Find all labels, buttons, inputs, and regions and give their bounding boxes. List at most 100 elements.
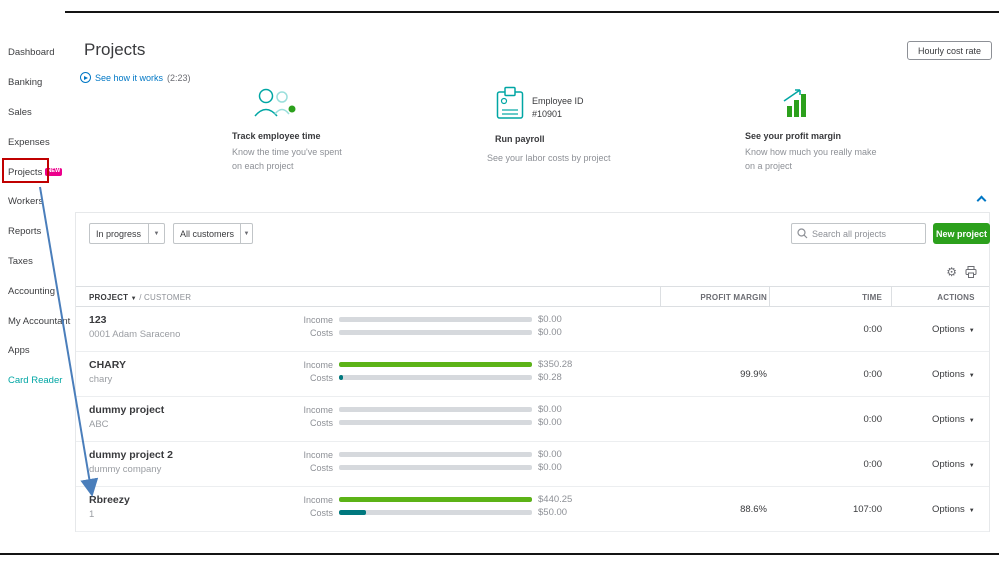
income-bar-track [339,407,532,412]
sidebar-item-label: Card Reader [8,375,62,386]
project-name[interactable]: dummy project [89,404,164,416]
costs-bar-track [339,420,532,425]
sidebar-item-label: Taxes [8,256,33,267]
sidebar-item-my-accountant[interactable]: My Accountant [0,306,65,336]
badge-text: Employee ID #10901 [532,95,584,120]
options-dropdown[interactable]: Options▼ [932,504,975,515]
income-bar-track [339,452,532,457]
chevron-down-icon: ▼ [969,418,975,424]
costs-bar-track [339,375,532,380]
time-value: 0:00 [776,414,882,425]
options-dropdown[interactable]: Options ▼ [932,459,975,470]
options-dropdown[interactable]: Options▼ [932,324,975,335]
customer-filter-select[interactable]: All customers ▼ [173,223,253,244]
gear-icon[interactable]: ⚙ [946,266,957,278]
sidebar-item-projects[interactable]: Projects NEW [0,157,65,187]
income-value: $350.28 [538,359,572,370]
income-bar-track [339,362,532,367]
table-toolbar: ⚙ [946,266,977,278]
column-profit-margin[interactable]: PROFIT MARGIN [660,293,767,302]
video-duration: (2:23) [167,73,191,83]
profit-chart-icon [780,87,812,124]
income-label: Income [291,495,333,505]
sidebar: Dashboard Banking Sales Expenses Project… [0,13,65,553]
costs-bar-fill [339,510,366,515]
sidebar-item-taxes[interactable]: Taxes [0,247,65,277]
id-badge-icon [496,86,524,125]
options-label: Options [932,459,965,470]
new-project-button[interactable]: New project [933,223,990,244]
costs-bar-line: Costs $50.00 [291,507,567,518]
sidebar-item-dashboard[interactable]: Dashboard [0,38,65,68]
costs-value: $0.00 [538,417,562,428]
search-input[interactable] [812,229,920,239]
search-icon [797,228,808,239]
sidebar-item-expenses[interactable]: Expenses [0,127,65,157]
chevron-down-icon: ▼ [969,508,975,514]
sidebar-item-sales[interactable]: Sales [0,98,65,128]
options-dropdown[interactable]: Options ▼ [932,414,975,425]
badge-text-line2: #10901 [532,108,584,121]
chevron-down-icon: ▼ [969,373,975,379]
sidebar-item-apps[interactable]: Apps [0,336,65,366]
chevron-down-icon: ▼ [969,328,975,334]
income-label: Income [291,405,333,415]
sidebar-item-card-reader[interactable]: Card Reader [0,366,65,396]
costs-value: $0.00 [538,462,562,473]
project-name[interactable]: Rbreezy [89,494,130,506]
table-row: Rbreezy 1 Income $440.25 Costs $50.00 88… [76,487,989,532]
status-filter-value: In progress [90,229,148,239]
costs-label: Costs [291,418,333,428]
customer-name: 0001 Adam Saraceno [89,329,180,340]
column-project-customer[interactable]: PROJECT ▼ / CUSTOMER [89,293,191,302]
project-name[interactable]: CHARY [89,359,126,371]
profit-margin-value: 88.6% [660,504,767,515]
sidebar-item-reports[interactable]: Reports [0,217,65,247]
income-value: $440.25 [538,494,572,505]
see-how-label[interactable]: See how it works [95,73,163,83]
promo2-description: See your labor costs by project [487,152,657,166]
column-time[interactable]: TIME [776,293,882,302]
costs-value: $50.00 [538,507,567,518]
options-label: Options [932,414,965,425]
column-actions: ACTIONS [896,293,999,302]
collapse-chevron-icon[interactable] [978,197,987,206]
project-name[interactable]: dummy project 2 [89,449,173,461]
costs-bar-track [339,465,532,470]
sidebar-item-label: Sales [8,107,32,118]
income-label: Income [291,315,333,325]
top-divider [65,11,999,13]
income-value: $0.00 [538,314,562,325]
sort-caret-icon: ▼ [131,296,137,302]
costs-bar-track [339,330,532,335]
sidebar-item-label: Expenses [8,137,50,148]
sidebar-item-workers[interactable]: Workers [0,187,65,217]
time-value: 0:00 [776,324,882,335]
status-filter-select[interactable]: In progress ▼ [89,223,165,244]
app-window: Dashboard Banking Sales Expenses Project… [0,0,999,562]
chevron-down-icon: ▼ [969,463,975,469]
table-row: dummy project ABC Income $0.00 Costs $0.… [76,397,989,442]
income-bar-fill [339,497,532,502]
income-bar-line: Income $440.25 [291,494,572,505]
sidebar-item-banking[interactable]: Banking [0,68,65,98]
costs-label: Costs [291,328,333,338]
income-bar-line: Income $0.00 [291,314,562,325]
project-name[interactable]: 123 [89,314,107,326]
badge-text-line1: Employee ID [532,95,584,108]
table-row: CHARY chary Income $350.28 Costs $0.28 9… [76,352,989,397]
projects-panel: In progress ▼ All customers ▼ New projec… [75,212,990,532]
hourly-cost-rate-button[interactable]: Hourly cost rate [907,41,992,60]
costs-bar-track [339,510,532,515]
bottom-divider [0,553,999,555]
income-bar-fill [339,362,532,367]
time-value: 107:00 [776,504,882,515]
promo3-description: Know how much you really make on a proje… [745,146,880,173]
promo2-title: Run payroll [495,134,545,144]
header-separator [769,287,770,306]
printer-icon[interactable] [965,266,977,278]
sidebar-item-accounting[interactable]: Accounting [0,276,65,306]
see-how-it-works-link[interactable]: See how it works (2:23) [80,72,191,83]
options-dropdown[interactable]: Options▼ [932,369,975,380]
income-bar-line: Income $350.28 [291,359,572,370]
